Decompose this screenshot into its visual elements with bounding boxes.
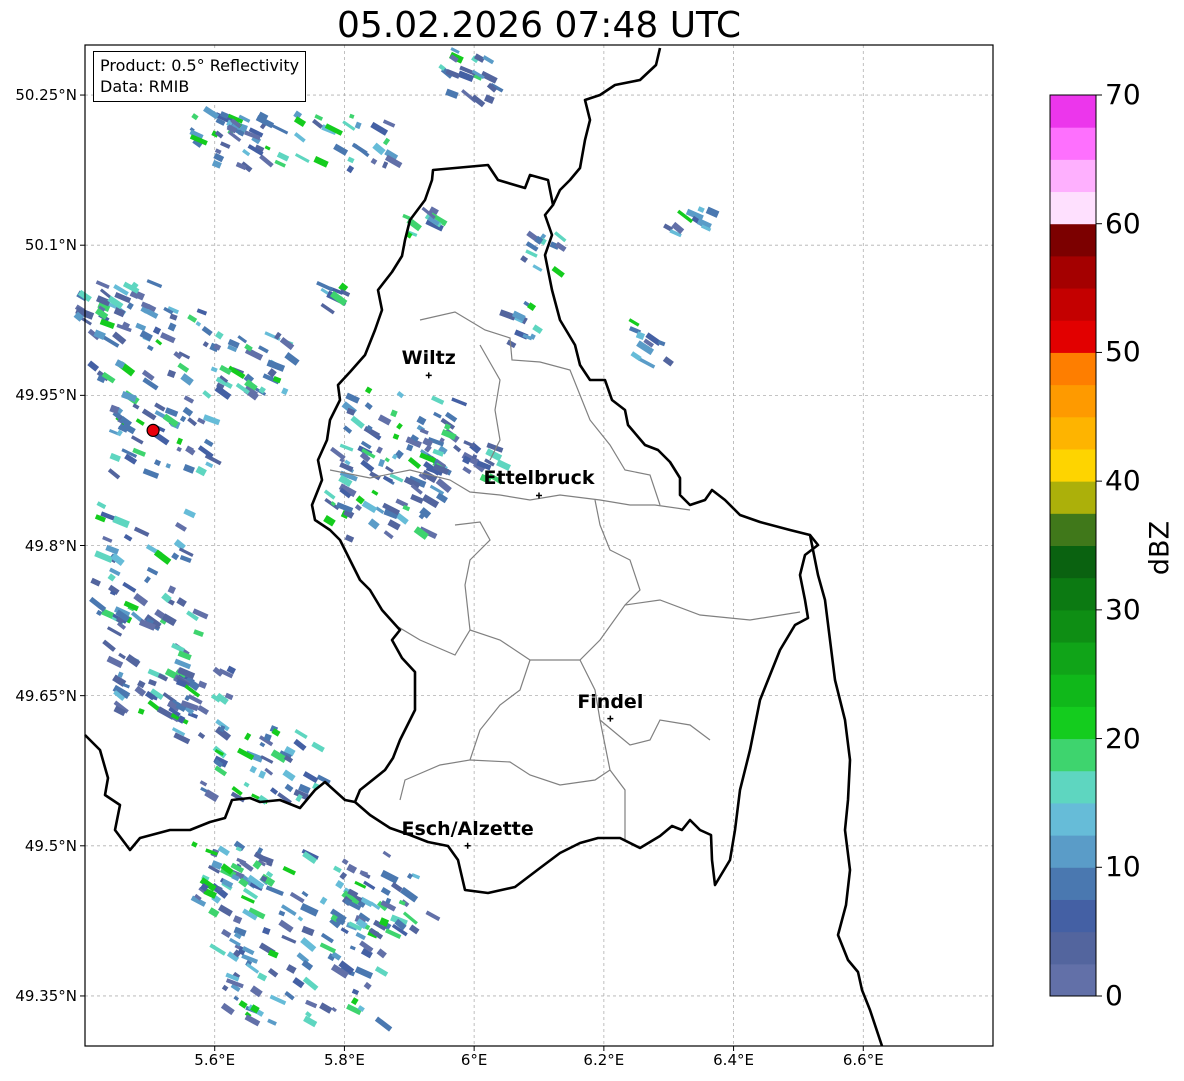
city-label-3: Esch/Alzette [401,817,534,840]
info-box: Product: 0.5° Reflectivity Data: RMIB [93,51,307,102]
colorbar-segment-4 [1050,835,1096,868]
lat-label-0: 50.25°N [15,86,77,105]
colorbar-segment-25 [1050,159,1096,193]
lat-label-3: 49.8°N [24,536,77,555]
colorbar-segment-9 [1050,674,1096,707]
colorbar-segment-1 [1050,931,1096,965]
lon-label-2: 6°E [460,1051,488,1069]
colorbar-segment-18 [1050,384,1096,418]
lon-label-4: 6.4°E [713,1051,754,1069]
colorbar-segment-3 [1050,867,1096,900]
lat-label-6: 49.35°N [15,986,77,1005]
colorbar-segment-17 [1050,416,1096,450]
colorbar-segment-27 [1050,95,1096,128]
colorbar-segment-0 [1050,963,1096,997]
colorbar-segment-15 [1050,481,1096,514]
lat-label-2: 49.95°N [15,386,77,405]
colorbar-tick-label-5: 50 [1105,335,1141,369]
colorbar-label: dBZ [1144,520,1176,576]
colorbar-segment-21 [1050,288,1096,321]
colorbar-segment-12 [1050,577,1096,611]
colorbar-tick-label-3: 30 [1105,592,1141,626]
colorbar-segment-20 [1050,320,1096,353]
colorbar-segment-7 [1050,738,1096,772]
radar-map [73,44,1102,1051]
colorbar-segment-19 [1050,352,1096,386]
colorbar-segment-11 [1050,609,1096,643]
map-title: 05.02.2026 07:48 UTC [336,5,742,46]
colorbar-segment-2 [1050,899,1096,933]
colorbar-segment-8 [1050,706,1096,740]
lon-label-0: 5.6°E [194,1051,236,1069]
colorbar-tick-label-1: 10 [1105,850,1141,884]
city-label-0: Wiltz [401,347,456,370]
lat-label-4: 49.65°N [15,686,77,705]
colorbar-segment-5 [1050,802,1096,836]
colorbar-segment-26 [1050,127,1096,160]
colorbar-segment-6 [1050,770,1096,804]
colorbar-segment-14 [1050,513,1096,546]
colorbar [1049,94,1102,997]
data-source-label: Data: RMIB [100,77,190,96]
product-label: Product: 0.5° Reflectivity [100,56,300,75]
lon-label-3: 6.2°E [583,1051,625,1069]
colorbar-tick-label-0: 0 [1105,979,1123,1012]
colorbar-segment-22 [1050,255,1096,289]
radar-site-marker [146,423,160,437]
lat-label-1: 50.1°N [24,236,77,255]
city-label-2: Findel [577,690,644,713]
city-label-1: Ettelbruck [483,467,595,490]
lat-label-5: 49.5°N [24,836,77,855]
colorbar-segment-16 [1050,448,1096,482]
radar-site-dot [146,423,160,437]
colorbar-segment-10 [1050,642,1096,675]
colorbar-segment-13 [1050,545,1096,579]
lon-label-1: 5.8°E [324,1051,365,1069]
colorbar-tick-label-4: 40 [1105,464,1141,498]
lon-label-5: 6.6°E [842,1051,884,1069]
colorbar-tick-label-2: 20 [1105,721,1141,755]
colorbar-segment-24 [1050,191,1096,225]
colorbar-tick-label-7: 70 [1105,78,1141,111]
colorbar-tick-label-6: 60 [1105,206,1141,240]
colorbar-segment-23 [1050,223,1096,257]
